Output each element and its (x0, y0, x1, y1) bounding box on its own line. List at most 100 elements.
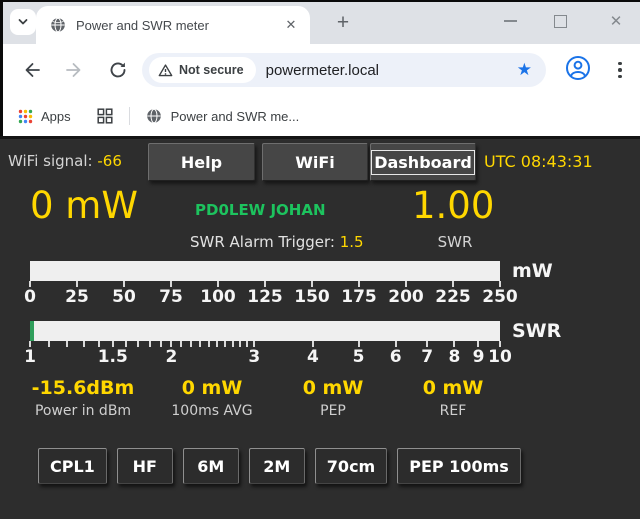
2m-button[interactable]: 2M (249, 448, 305, 484)
meter-scale-label: 250 (482, 287, 518, 307)
meter-scale-label: 5 (353, 347, 365, 367)
meter-scale-label: 4 (307, 347, 319, 367)
bookmark-star-icon[interactable]: ★ (517, 60, 532, 80)
6m-button[interactable]: 6M (183, 448, 239, 484)
swr-meter-fill (30, 321, 34, 341)
maximize-icon (554, 15, 567, 28)
screenshot-top-edge (0, 0, 640, 2)
wifi-signal-value: -66 (97, 152, 122, 170)
screenshot-left-edge (0, 0, 3, 136)
meter-scale-label: 2 (166, 347, 178, 367)
help-button-label: Help (181, 153, 222, 172)
swr-alarm-label: SWR Alarm Trigger: (190, 233, 335, 251)
meter-scale-label: 9 (473, 347, 485, 367)
dot-icon (618, 75, 622, 79)
dashboard-button[interactable]: Dashboard (370, 143, 476, 181)
utc-clock: UTC 08:43:31 (484, 152, 593, 171)
swr-meter: 11.52345678910 (30, 321, 500, 371)
dot-icon (618, 62, 622, 66)
address-bar[interactable]: Not secure powermeter.local ★ (142, 53, 546, 87)
apps-label: Apps (41, 109, 71, 124)
tab-search-button[interactable] (10, 9, 36, 35)
security-chip-label: Not secure (179, 63, 244, 77)
url-text: powermeter.local (266, 62, 517, 79)
wifi-signal: WiFi signal: -66 (8, 152, 122, 170)
tab-bar: Power and SWR meter ✕ + ✕ (0, 0, 640, 44)
minimize-icon (504, 20, 517, 22)
forward-arrow-icon (64, 60, 84, 80)
chevron-down-icon (16, 15, 30, 29)
page-content: WiFi signal: -66 Help WiFi Dashboard UTC… (0, 136, 640, 519)
hf-button[interactable]: HF (117, 448, 173, 484)
swr-meter-bar (30, 321, 500, 341)
callsign: PD0LEW JOHAN (195, 201, 326, 219)
meter-tick-icon (66, 341, 68, 347)
window-minimize-button[interactable] (488, 0, 532, 42)
stat-label: Power in dBm (8, 403, 158, 419)
stat-value: -15.6dBm (8, 377, 158, 399)
meter-scale-label: 0 (24, 287, 36, 307)
forward-button[interactable] (60, 56, 88, 84)
stat-power-dbm: -15.6dBm Power in dBm (8, 377, 158, 419)
meter-tick-icon (83, 341, 85, 347)
wifi-button-label: WiFi (295, 153, 335, 172)
meter-tick-icon (216, 341, 218, 347)
wifi-signal-label: WiFi signal: (8, 152, 93, 170)
power-meter-bar (30, 261, 500, 281)
window-maximize-button[interactable] (538, 0, 582, 42)
new-tab-button[interactable]: + (330, 10, 356, 36)
meter-scale-label: 125 (247, 287, 283, 307)
help-button[interactable]: Help (148, 143, 255, 181)
browser-window: Power and SWR meter ✕ + ✕ (0, 0, 640, 519)
70cm-button[interactable]: 70cm (315, 448, 387, 484)
cpl1-button[interactable]: CPL1 (38, 448, 107, 484)
active-tab[interactable]: Power and SWR meter ✕ (36, 6, 310, 44)
meter-tick-icon (190, 341, 192, 347)
bookmark-item[interactable]: Power and SWR me... (146, 108, 300, 124)
meter-scale-label: 200 (388, 287, 424, 307)
tab-close-icon[interactable]: ✕ (282, 16, 300, 34)
globe-favicon-icon (50, 17, 66, 33)
meter-scale-label: 6 (390, 347, 402, 367)
swr-value-caption: SWR (425, 233, 485, 251)
profile-button[interactable] (564, 54, 592, 82)
power-meter-unit: mW (512, 260, 553, 282)
meter-scale-label: 7 (421, 347, 433, 367)
meter-scale-label: 75 (159, 287, 183, 307)
meter-tick-icon (224, 341, 226, 347)
window-close-button[interactable]: ✕ (594, 0, 638, 42)
dashboard-button-label: Dashboard (374, 153, 472, 172)
browser-menu-button[interactable] (610, 56, 630, 84)
pep-100ms-button[interactable]: PEP 100ms (397, 448, 521, 484)
dot-icon (618, 68, 622, 72)
profile-icon (565, 55, 591, 81)
meter-tick-icon (232, 341, 234, 347)
meter-tick-icon (160, 341, 162, 347)
meter-scale-label: 225 (435, 287, 471, 307)
swr-meter-unit: SWR (512, 320, 561, 342)
back-button[interactable] (18, 56, 46, 84)
swr-value: 1.00 (412, 185, 494, 227)
stat-ref: 0 mW REF (378, 377, 528, 419)
wifi-button[interactable]: WiFi (262, 143, 368, 181)
meter-scale-label: 1 (24, 347, 36, 367)
power-meter: 0255075100125150175200225250 (30, 261, 500, 311)
swr-alarm-value: 1.5 (340, 233, 364, 251)
meter-scale-label: 10 (488, 347, 512, 367)
apps-grid-icon (18, 109, 33, 124)
bookmarks-bar: Apps Power and SWR me... (0, 96, 640, 136)
reload-button[interactable] (104, 56, 132, 84)
reading-list-button[interactable] (97, 108, 113, 124)
browser-toolbar: Not secure powermeter.local ★ (0, 44, 640, 96)
meter-tick-icon (180, 341, 182, 347)
globe-favicon-icon (146, 108, 162, 124)
meter-scale-label: 50 (112, 287, 136, 307)
security-chip[interactable]: Not secure (149, 57, 256, 83)
tab-title: Power and SWR meter (76, 18, 282, 33)
meter-tick-icon (208, 341, 210, 347)
stat-value: 0 mW (378, 377, 528, 399)
reload-icon (108, 60, 128, 80)
apps-shortcut[interactable]: Apps (18, 109, 71, 124)
bookmarks-divider (129, 107, 130, 125)
bookmark-title: Power and SWR me... (171, 109, 300, 124)
